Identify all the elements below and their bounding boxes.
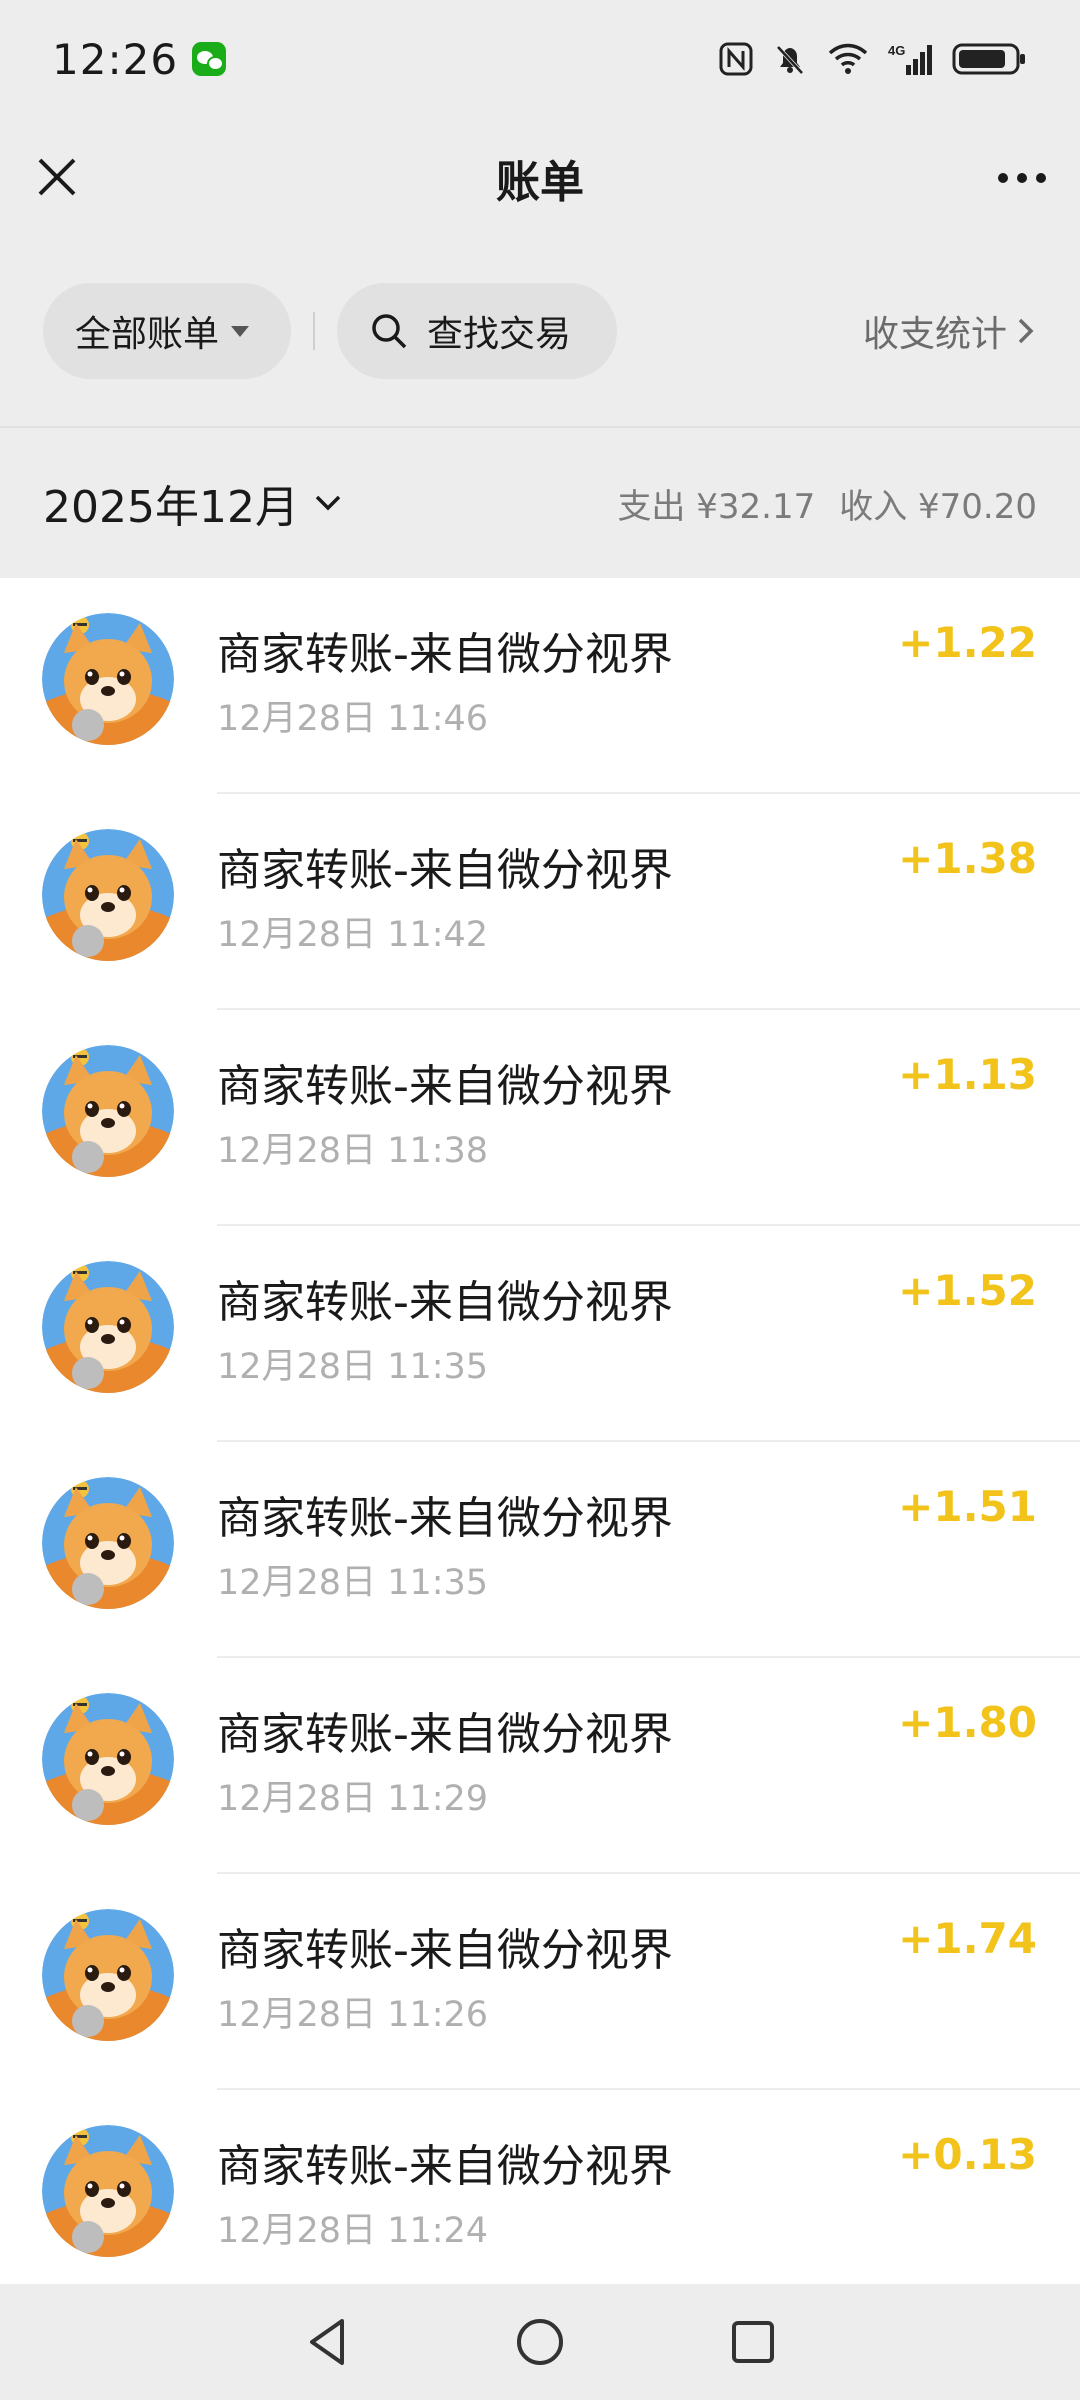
signal-4g-icon: 4G bbox=[888, 43, 932, 75]
filter-row: 全部账单 查找交易 收支统计 bbox=[0, 238, 1080, 424]
transaction-amount: +1.13 bbox=[898, 1050, 1037, 1099]
income-summary: 收入 ¥70.20 bbox=[839, 479, 1037, 528]
expense-summary: 支出 ¥32.17 bbox=[617, 479, 815, 528]
shiba-dog-avatar-icon bbox=[42, 613, 174, 745]
transaction-amount: +1.22 bbox=[898, 618, 1037, 667]
month-summary: 支出 ¥32.17 收入 ¥70.20 bbox=[617, 479, 1037, 528]
more-dot-icon bbox=[998, 173, 1008, 183]
all-bills-label: 全部账单 bbox=[75, 314, 220, 355]
shiba-dog-avatar-icon bbox=[42, 1477, 174, 1609]
income-expense-stats-link[interactable]: 收支统计 bbox=[863, 305, 1037, 357]
battery-icon bbox=[952, 43, 1025, 75]
system-navigation-bar bbox=[0, 2284, 1080, 2400]
status-icons: 4G bbox=[718, 41, 1028, 77]
transaction-title: 商家转账-来自微分视界 bbox=[217, 845, 673, 896]
more-dot-icon bbox=[1036, 173, 1046, 183]
filter-divider bbox=[313, 312, 315, 350]
transaction-amount: +0.13 bbox=[898, 2130, 1037, 2179]
transaction-amount: +1.74 bbox=[898, 1914, 1037, 1963]
month-header: 2025年12月 支出 ¥32.17 收入 ¥70.20 bbox=[0, 426, 1080, 578]
transaction-row[interactable]: 商家转账-来自微分视界 12月28日 11:35 +1.52 bbox=[0, 1226, 1080, 1442]
back-button[interactable] bbox=[287, 2302, 367, 2382]
stats-label: 收支统计 bbox=[862, 314, 1007, 355]
more-button[interactable] bbox=[992, 148, 1052, 208]
search-transaction-button[interactable]: 查找交易 bbox=[337, 283, 617, 379]
month-label: 2025年12月 bbox=[43, 482, 299, 533]
transaction-time: 12月28日 11:29 bbox=[217, 1779, 489, 1819]
bell-muted-icon bbox=[776, 45, 804, 75]
expense-label: 支出 bbox=[617, 486, 686, 527]
page-title: 账单 bbox=[496, 157, 584, 208]
status-time: 12:26 bbox=[52, 34, 179, 84]
transaction-time: 12月28日 11:35 bbox=[217, 1563, 489, 1603]
merchant-avatar bbox=[42, 1909, 174, 2041]
home-circle-icon bbox=[516, 2319, 563, 2365]
income-value: ¥70.20 bbox=[918, 486, 1037, 527]
shiba-dog-avatar-icon bbox=[42, 829, 174, 961]
transaction-row[interactable]: 商家转账-来自微分视界 12月28日 11:26 +1.74 bbox=[0, 1874, 1080, 2090]
transaction-row[interactable]: 商家转账-来自微分视界 12月28日 11:38 +1.13 bbox=[0, 1010, 1080, 1226]
wifi-icon bbox=[828, 43, 868, 74]
chevron-right-icon bbox=[1018, 318, 1034, 344]
search-icon bbox=[372, 314, 407, 349]
nav-bar: 账单 bbox=[0, 118, 1080, 238]
transaction-amount: +1.38 bbox=[898, 834, 1037, 883]
status-bar: 12:26 4G bbox=[0, 0, 1080, 118]
close-icon bbox=[38, 158, 76, 196]
merchant-avatar bbox=[42, 613, 174, 745]
merchant-avatar bbox=[42, 829, 174, 961]
income-label: 收入 bbox=[839, 486, 908, 527]
more-dot-icon bbox=[1017, 173, 1027, 183]
transaction-row[interactable]: 商家转账-来自微分视界 12月28日 11:42 +1.38 bbox=[0, 794, 1080, 1010]
expense-value: ¥32.17 bbox=[696, 486, 816, 527]
transaction-title: 商家转账-来自微分视界 bbox=[217, 2141, 673, 2192]
transaction-time: 12月28日 11:24 bbox=[217, 2211, 489, 2251]
chevron-down-icon bbox=[315, 495, 341, 511]
transaction-row[interactable]: 商家转账-来自微分视界 12月28日 11:35 +1.51 bbox=[0, 1442, 1080, 1658]
transaction-time: 12月28日 11:26 bbox=[217, 1995, 489, 2035]
transaction-title: 商家转账-来自微分视界 bbox=[217, 1061, 673, 1112]
wechat-notification-icon bbox=[192, 42, 227, 76]
merchant-avatar bbox=[42, 1693, 174, 1825]
transaction-title: 商家转账-来自微分视界 bbox=[217, 1709, 673, 1760]
merchant-avatar bbox=[42, 1045, 174, 1177]
merchant-avatar bbox=[42, 1477, 174, 1609]
transaction-row[interactable]: 商家转账-来自微分视界 12月28日 11:24 +0.13 bbox=[0, 2090, 1080, 2284]
recents-square-icon bbox=[732, 2321, 775, 2363]
transaction-amount: +1.80 bbox=[898, 1698, 1037, 1747]
home-button[interactable] bbox=[500, 2302, 580, 2382]
transaction-title: 商家转账-来自微分视界 bbox=[217, 1493, 673, 1544]
transaction-time: 12月28日 11:46 bbox=[217, 699, 489, 739]
month-selector[interactable]: 2025年12月 bbox=[43, 471, 343, 535]
recents-button[interactable] bbox=[713, 2302, 793, 2382]
transaction-amount: +1.51 bbox=[898, 1482, 1037, 1531]
back-triangle-icon bbox=[309, 2319, 344, 2365]
merchant-avatar bbox=[42, 2125, 174, 2257]
transaction-title: 商家转账-来自微分视界 bbox=[217, 629, 673, 680]
transaction-row[interactable]: 商家转账-来自微分视界 12月28日 11:29 +1.80 bbox=[0, 1658, 1080, 1874]
transaction-time: 12月28日 11:38 bbox=[217, 1131, 489, 1171]
shiba-dog-avatar-icon bbox=[42, 1045, 174, 1177]
merchant-avatar bbox=[42, 1261, 174, 1393]
transaction-list: 商家转账-来自微分视界 12月28日 11:46 +1.22 商家转账-来自微分… bbox=[0, 578, 1080, 2284]
all-bills-filter-button[interactable]: 全部账单 bbox=[43, 283, 291, 379]
transaction-time: 12月28日 11:35 bbox=[217, 1347, 489, 1387]
shiba-dog-avatar-icon bbox=[42, 1261, 174, 1393]
close-button[interactable] bbox=[28, 148, 88, 208]
nfc-icon bbox=[719, 42, 753, 76]
search-label: 查找交易 bbox=[427, 314, 572, 355]
caret-down-icon bbox=[231, 325, 250, 337]
transaction-amount: +1.52 bbox=[898, 1266, 1037, 1315]
network-type-text: 4G bbox=[888, 43, 905, 58]
shiba-dog-avatar-icon bbox=[42, 2125, 174, 2257]
transaction-title: 商家转账-来自微分视界 bbox=[217, 1925, 673, 1976]
transaction-title: 商家转账-来自微分视界 bbox=[217, 1277, 673, 1328]
shiba-dog-avatar-icon bbox=[42, 1693, 174, 1825]
transaction-time: 12月28日 11:42 bbox=[217, 915, 489, 955]
shiba-dog-avatar-icon bbox=[42, 1909, 174, 2041]
transaction-row[interactable]: 商家转账-来自微分视界 12月28日 11:46 +1.22 bbox=[0, 578, 1080, 794]
